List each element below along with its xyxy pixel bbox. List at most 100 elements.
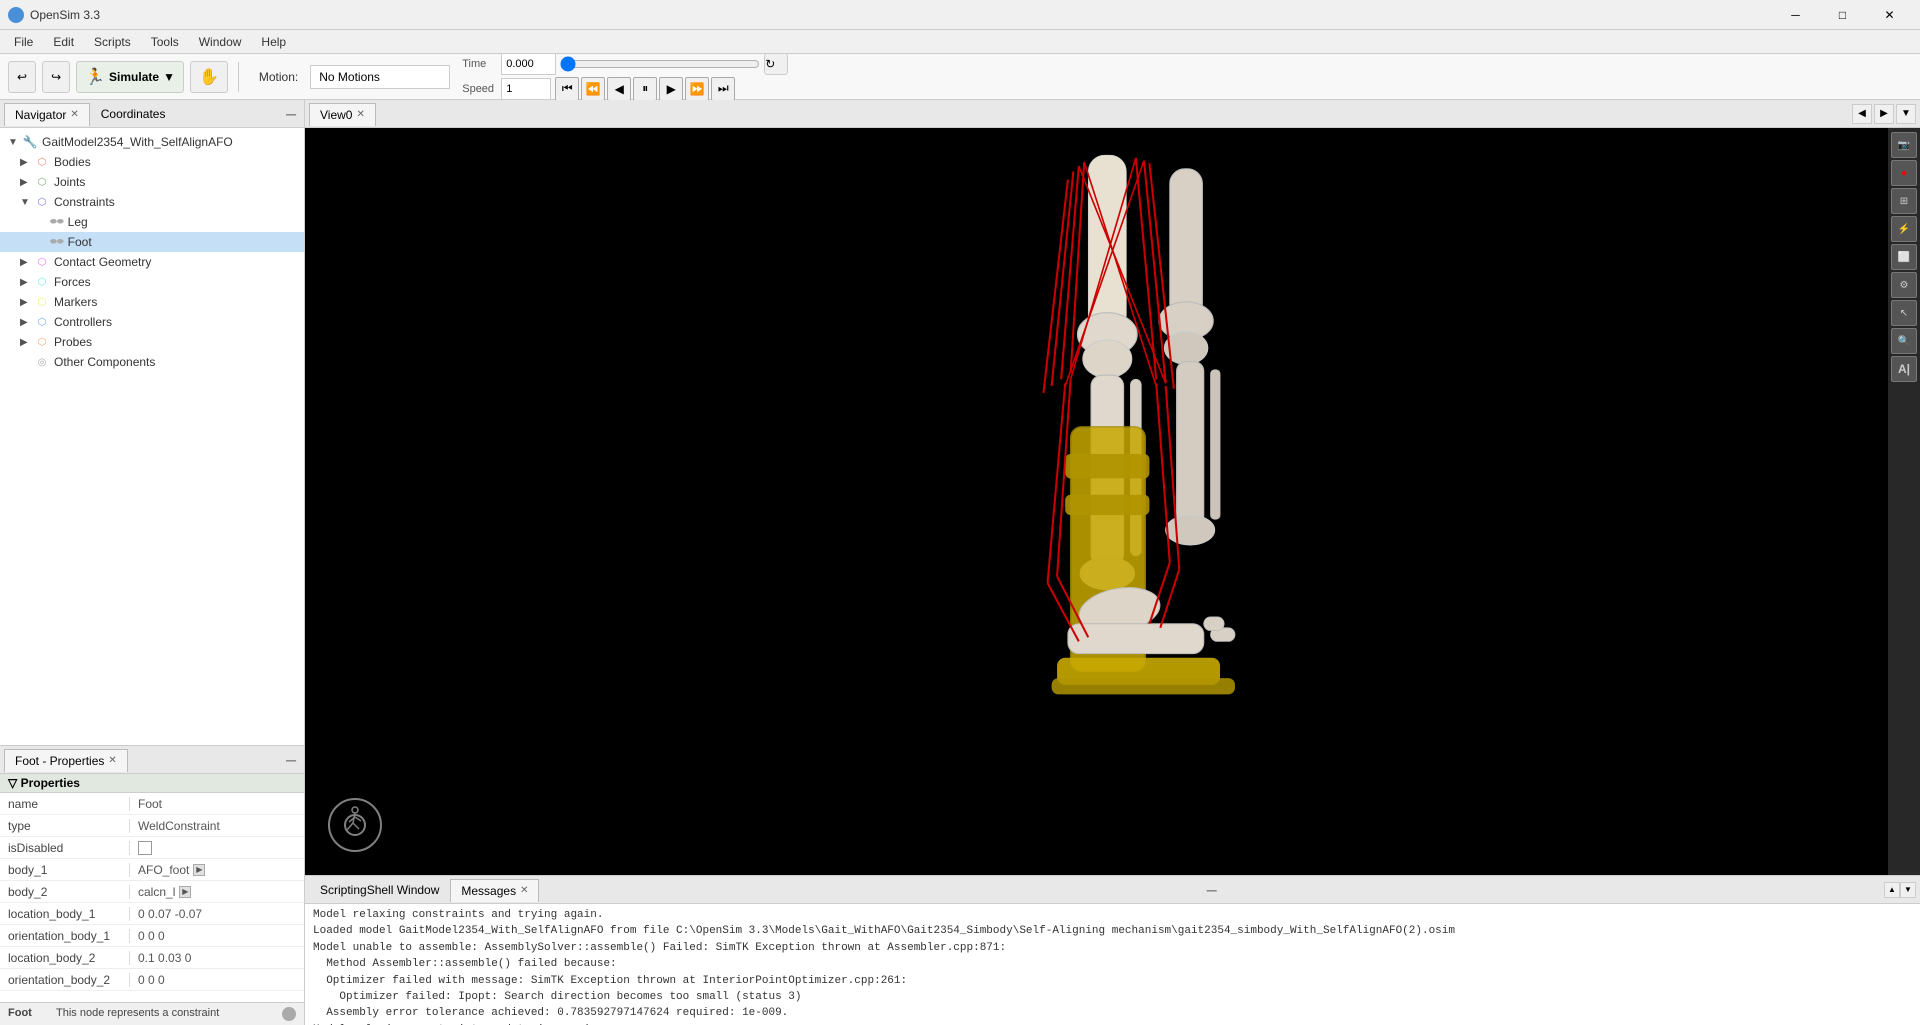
- tree-item-other[interactable]: ◎ Other Components: [0, 352, 304, 372]
- body1-scroll-btn[interactable]: ▶: [193, 864, 205, 876]
- viewport[interactable]: 📷 ● ⊞ ⚡ ⬜ ⚙ ↖ 🔍 A|: [305, 128, 1920, 875]
- opensim-logo: [325, 795, 385, 855]
- close-bottom-panel-button[interactable]: ─: [1203, 882, 1221, 898]
- menu-item-window[interactable]: Window: [189, 33, 252, 51]
- msg-4: Optimizer failed with message: SimTK Exc…: [313, 974, 1912, 989]
- nav-down-button[interactable]: ▼: [1896, 104, 1916, 124]
- messages-content[interactable]: Model relaxing constraints and trying ag…: [305, 904, 1920, 1025]
- skeleton-view: [913, 128, 1413, 875]
- tree-item-foot[interactable]: ⬬⬬ Foot: [0, 232, 304, 252]
- props-row-orient-body2: orientation_body_2 0 0 0: [0, 969, 304, 991]
- props-key-orient-body1: orientation_body_1: [0, 929, 130, 943]
- tab-view0[interactable]: View0 ✕: [309, 103, 376, 126]
- close-view-icon[interactable]: ✕: [356, 109, 364, 120]
- back-button[interactable]: ↩: [8, 61, 36, 93]
- menu-item-scripts[interactable]: Scripts: [84, 33, 141, 51]
- props-row-loc-body1: location_body_1 0 0.07 -0.07: [0, 903, 304, 925]
- right-panel: View0 ✕ ◀ ▶ ▼: [305, 100, 1920, 1025]
- simulate-button[interactable]: 🏃 Simulate ▼: [76, 61, 184, 93]
- speed-input[interactable]: [501, 78, 551, 100]
- transport-rewind[interactable]: ⏪: [581, 77, 605, 101]
- close-panel-button[interactable]: ─: [282, 106, 300, 122]
- body2-scroll-btn[interactable]: ▶: [179, 886, 191, 898]
- menu-item-tools[interactable]: Tools: [141, 33, 189, 51]
- props-val-orient-body1: 0 0 0: [130, 929, 304, 943]
- nav-right-button[interactable]: ▶: [1874, 104, 1894, 124]
- props-content: ▽ Properties name Foot type WeldConstrai…: [0, 774, 304, 1002]
- transport-play[interactable]: ▶: [659, 77, 683, 101]
- tree-item-markers[interactable]: ▶ ⬡ Markers: [0, 292, 304, 312]
- window-controls: ─ □ ✕: [1773, 0, 1912, 30]
- footer-info: Foot This node represents a constraint: [0, 1002, 304, 1025]
- vp-camera-button[interactable]: 📷: [1891, 132, 1917, 158]
- tree-item-constraints[interactable]: ▼ ⬡ Constraints: [0, 192, 304, 212]
- maximize-button[interactable]: □: [1820, 0, 1865, 30]
- time-input[interactable]: [501, 53, 556, 75]
- close-messages-icon[interactable]: ✕: [520, 885, 528, 896]
- vp-red-button[interactable]: ●: [1891, 160, 1917, 186]
- tree-item-controllers[interactable]: ▶ ⬡ Controllers: [0, 312, 304, 332]
- transport-end[interactable]: ⏭: [711, 77, 735, 101]
- foot-leaf-icon: ⬬⬬: [50, 237, 64, 247]
- tab-navigator[interactable]: Navigator ✕: [4, 103, 90, 126]
- nav-left-button[interactable]: ◀: [1852, 104, 1872, 124]
- motion-select[interactable]: [310, 65, 450, 89]
- props-row-orient-body1: orientation_body_1 0 0 0: [0, 925, 304, 947]
- navigator-tree[interactable]: ▼ 🔧 GaitModel2354_With_SelfAlignAFO ▶ ⬡ …: [0, 128, 304, 745]
- properties-panel: Foot - Properties ✕ ─ ▽ Properties name …: [0, 745, 304, 1025]
- props-key-body2: body_2: [0, 885, 130, 899]
- props-val-type: WeldConstraint: [130, 819, 304, 833]
- minimize-button[interactable]: ─: [1773, 0, 1818, 30]
- tree-root[interactable]: ▼ 🔧 GaitModel2354_With_SelfAlignAFO: [0, 132, 304, 152]
- toolbar: ↩ ↪ 🏃 Simulate ▼ ✋ Motion: Time ↻ Speed …: [0, 54, 1920, 100]
- isdisabled-checkbox[interactable]: [138, 841, 152, 855]
- joints-icon: ⬡: [34, 174, 50, 190]
- tree-item-bodies[interactable]: ▶ ⬡ Bodies: [0, 152, 304, 172]
- tab-coordinates[interactable]: Coordinates: [90, 102, 177, 125]
- close-props-icon[interactable]: ✕: [108, 755, 116, 766]
- time-group: Time ↻: [462, 53, 788, 75]
- speed-group: Speed ⏮ ⏪ ◀ ⏸ ▶ ⏩ ⏭: [462, 77, 788, 101]
- transport-begin[interactable]: ⏮: [555, 77, 579, 101]
- vp-select-button[interactable]: ↖: [1891, 300, 1917, 326]
- tab-scripting-shell[interactable]: ScriptingShell Window: [309, 878, 450, 901]
- vp-grid-button[interactable]: ⊞: [1891, 188, 1917, 214]
- app-icon: [8, 7, 24, 23]
- time-slider[interactable]: [560, 56, 760, 72]
- tree-item-probes[interactable]: ▶ ⬡ Probes: [0, 332, 304, 352]
- transport-step-fwd[interactable]: ⏩: [685, 77, 709, 101]
- transport-step-back[interactable]: ◀: [607, 77, 631, 101]
- forward-button[interactable]: ↪: [42, 61, 70, 93]
- loop-button[interactable]: ↻: [764, 53, 788, 75]
- vp-display-button[interactable]: ⚙: [1891, 272, 1917, 298]
- forward-icon: ↪: [51, 70, 61, 84]
- menu-item-edit[interactable]: Edit: [43, 33, 84, 51]
- vp-cursor-button[interactable]: A|: [1891, 356, 1917, 382]
- vp-zoom-button[interactable]: 🔍: [1891, 328, 1917, 354]
- tab-messages[interactable]: Messages ✕: [450, 879, 539, 902]
- tree-item-leg[interactable]: ⬬⬬ Leg: [0, 212, 304, 232]
- afo-device: [1051, 427, 1234, 695]
- props-val-isdisabled: [130, 841, 304, 855]
- tree-item-contact[interactable]: ▶ ⬡ Contact Geometry: [0, 252, 304, 272]
- messages-scroll-down[interactable]: ▼: [1900, 882, 1916, 898]
- transport-pause[interactable]: ⏸: [633, 77, 657, 101]
- menu-item-help[interactable]: Help: [251, 33, 296, 51]
- vp-model-button[interactable]: ⬜: [1891, 244, 1917, 270]
- messages-scroll-up[interactable]: ▲: [1884, 882, 1900, 898]
- props-row-loc-body2: location_body_2 0.1 0.03 0: [0, 947, 304, 969]
- hand-tool-button[interactable]: ✋: [190, 61, 228, 93]
- motion-bar: Motion: Time ↻ Speed ⏮ ⏪ ◀ ⏸ ▶ ⏩ ⏭: [249, 53, 1912, 101]
- close-navigator-icon[interactable]: ✕: [70, 109, 78, 120]
- tree-item-joints[interactable]: ▶ ⬡ Joints: [0, 172, 304, 192]
- vp-muscle-button[interactable]: ⚡: [1891, 216, 1917, 242]
- close-button[interactable]: ✕: [1867, 0, 1912, 30]
- left-panel: Navigator ✕ Coordinates ─ ▼ 🔧 GaitModel2…: [0, 100, 305, 1025]
- close-props-button[interactable]: ─: [282, 752, 300, 768]
- props-section-header[interactable]: ▽ Properties: [0, 774, 304, 793]
- root-icon: 🔧: [22, 134, 38, 150]
- menu-item-file[interactable]: File: [4, 33, 43, 51]
- tab-foot-properties[interactable]: Foot - Properties ✕: [4, 749, 128, 772]
- tree-item-forces[interactable]: ▶ ⬡ Forces: [0, 272, 304, 292]
- props-key-loc-body1: location_body_1: [0, 907, 130, 921]
